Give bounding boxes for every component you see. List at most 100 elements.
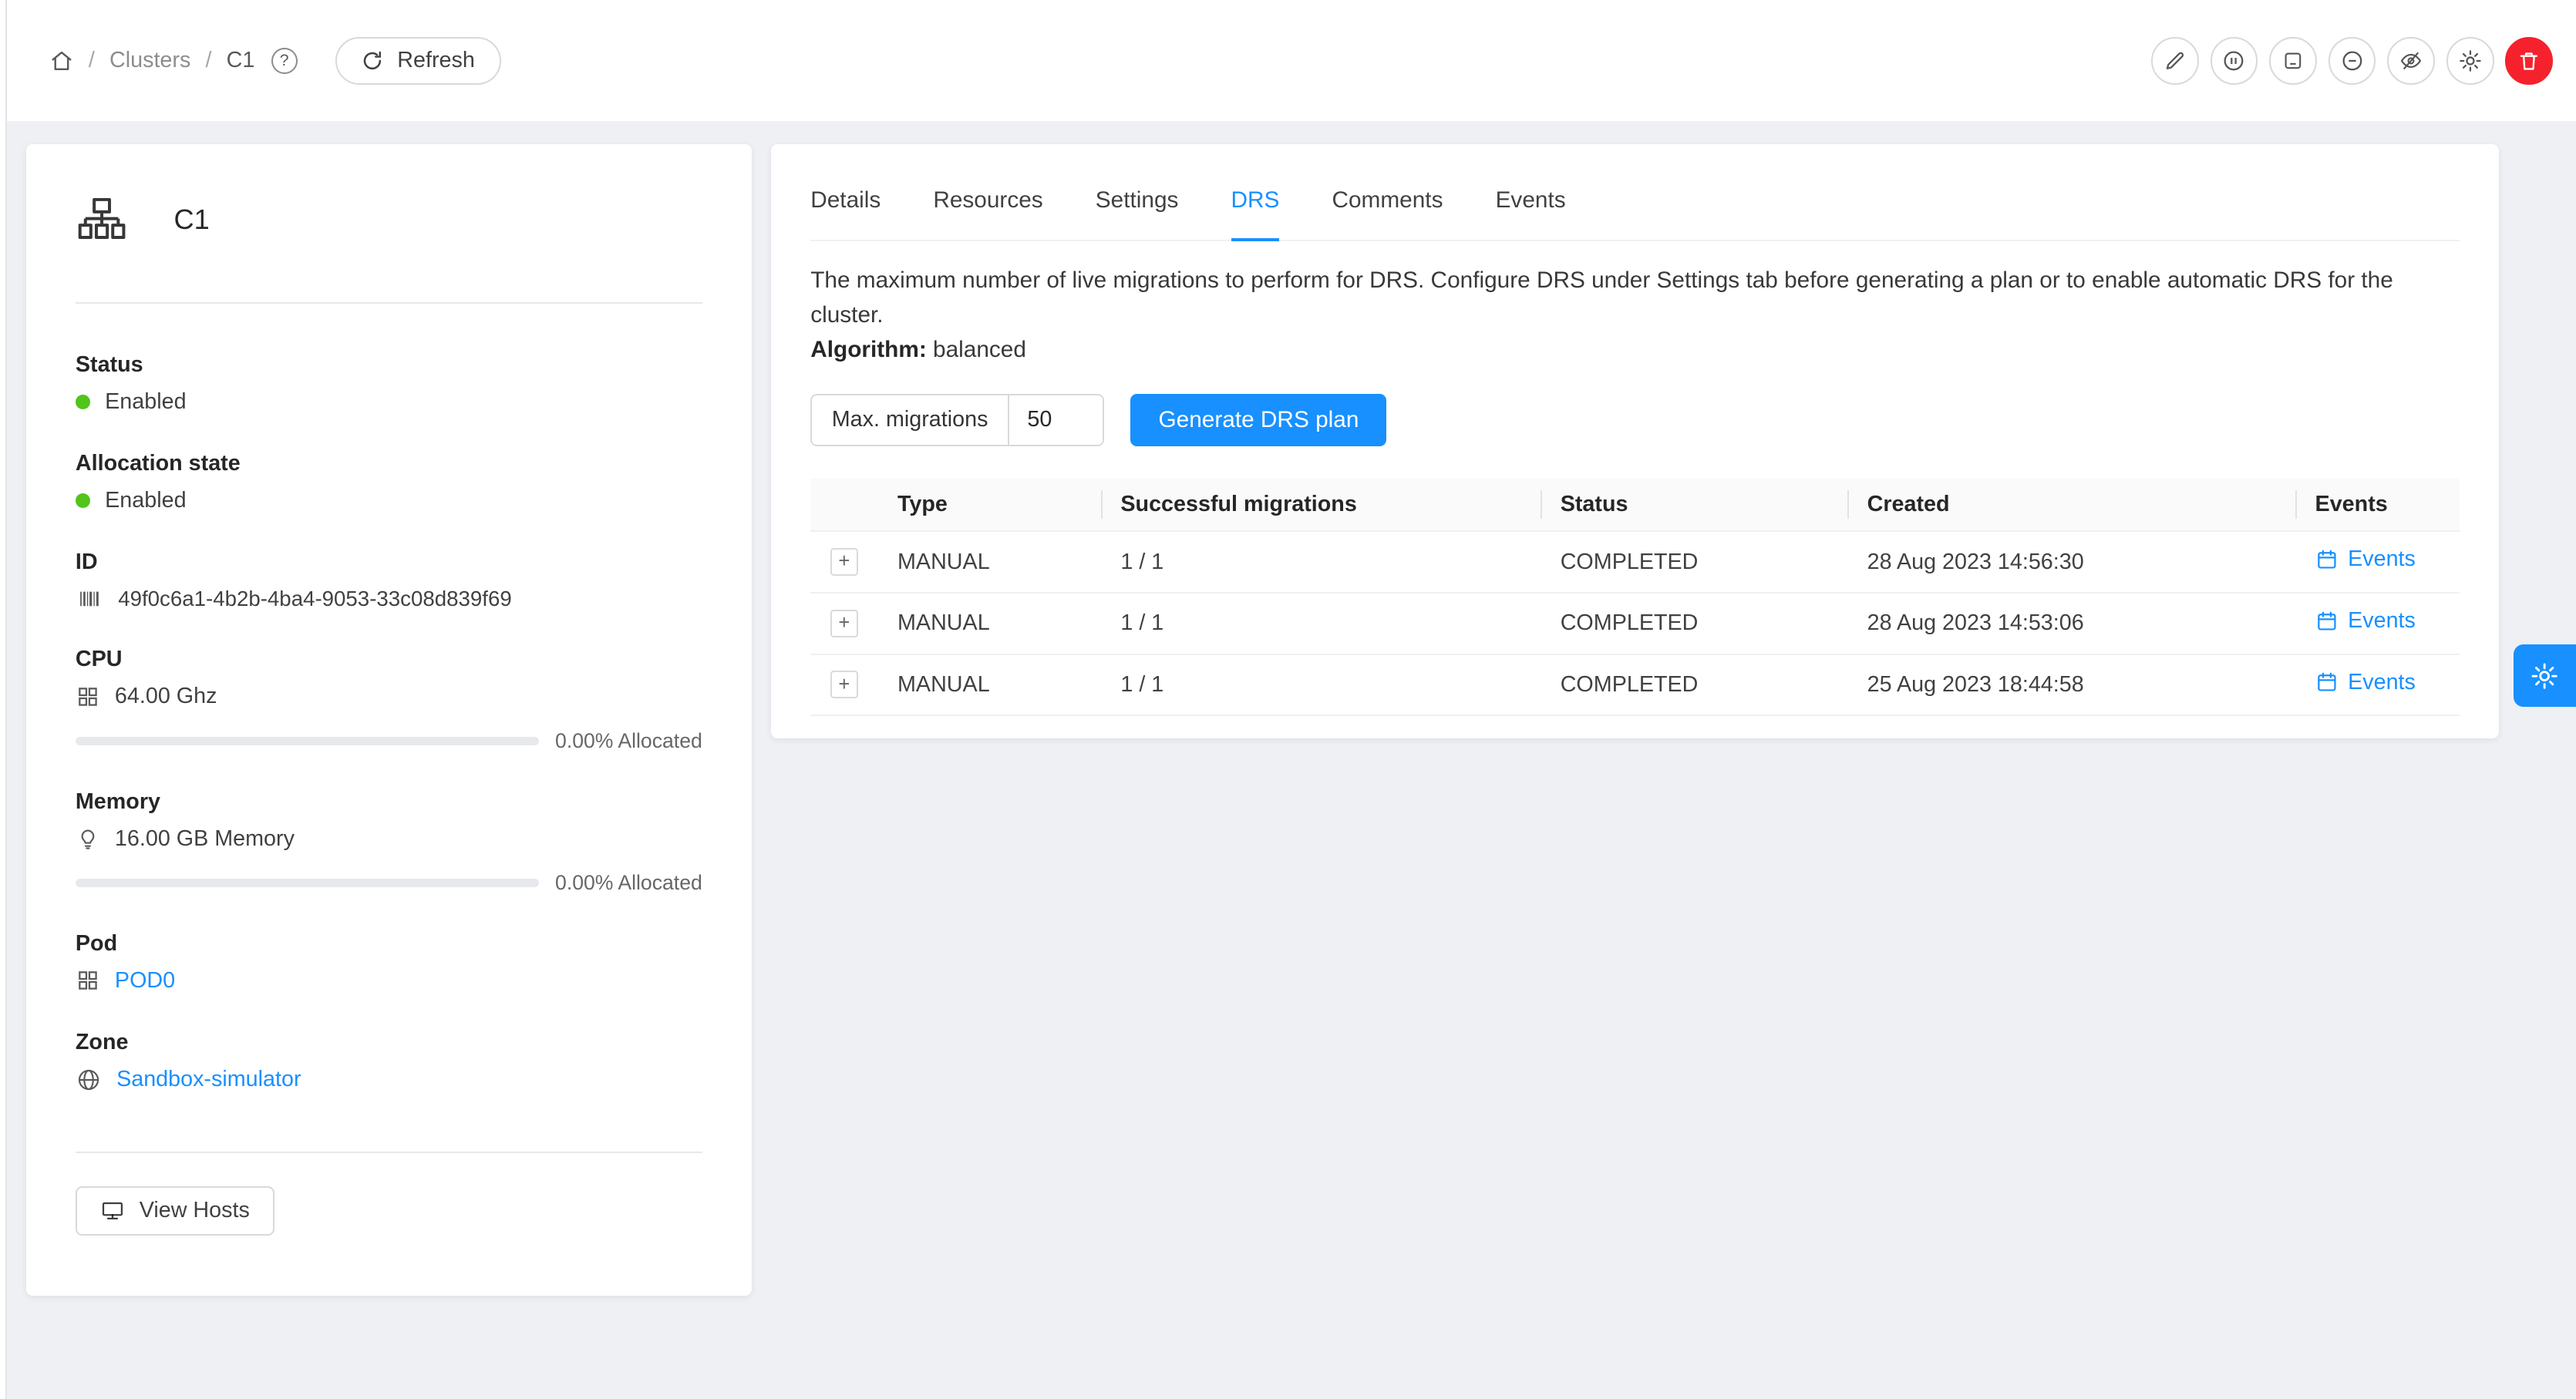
- calendar-icon: [2315, 610, 2339, 633]
- drs-description: The maximum number of live migrations to…: [810, 264, 2460, 332]
- max-migrations-label: Max. migrations: [812, 395, 1008, 445]
- field-cpu: CPU 64.00 Ghz 0.00% Allocated: [76, 647, 702, 752]
- algorithm-line: Algorithm: balanced: [810, 333, 2460, 368]
- tab-events[interactable]: Events: [1496, 144, 1566, 239]
- pencil-icon: [2164, 49, 2187, 72]
- field-value: 16.00 GB Memory: [115, 826, 295, 852]
- disable-button[interactable]: [2329, 37, 2376, 85]
- cluster-name: C1: [174, 203, 210, 236]
- floating-settings-button[interactable]: [2514, 644, 2576, 707]
- configure-ha-button[interactable]: [2446, 37, 2494, 85]
- eye-invisible-icon: [2399, 49, 2423, 73]
- cell-type: MANUAL: [877, 593, 1100, 654]
- reload-icon: [361, 49, 384, 72]
- events-link-label: Events: [2348, 608, 2416, 634]
- field-value: 49f0c6a1-4b2b-4ba4-9053-33c08d839f69: [118, 587, 512, 611]
- cluster-detail-card: Details Resources Settings DRS Comments …: [771, 144, 2499, 738]
- progress-label: 0.00% Allocated: [555, 729, 702, 753]
- breadcrumb-separator: /: [89, 48, 95, 73]
- status-dot: [76, 493, 90, 508]
- tab-drs[interactable]: DRS: [1231, 144, 1280, 240]
- appstore-icon: [76, 968, 100, 993]
- algorithm-value: balanced: [933, 337, 1026, 362]
- divider: [76, 1152, 702, 1153]
- field-status: Status Enabled: [76, 352, 702, 415]
- max-migrations-input[interactable]: [1008, 395, 1103, 445]
- table-header-row: Type Successful migrations Status Create…: [810, 479, 2460, 531]
- breadcrumb-separator: /: [205, 48, 211, 73]
- tab-details[interactable]: Details: [810, 144, 881, 239]
- events-link-label: Events: [2348, 546, 2416, 572]
- table-row: + MANUAL 1 / 1 COMPLETED 25 Aug 2023 18:…: [810, 654, 2460, 716]
- row-events-link[interactable]: Events: [2315, 670, 2416, 695]
- plus-icon: +: [838, 552, 850, 572]
- bulb-icon: [76, 826, 100, 851]
- field-value: Enabled: [105, 389, 186, 415]
- disable-oobm-button[interactable]: [2387, 37, 2435, 85]
- generate-drs-plan-button[interactable]: Generate DRS plan: [1130, 394, 1386, 446]
- tab-comments[interactable]: Comments: [1332, 144, 1443, 239]
- plus-icon: +: [838, 675, 850, 695]
- progress-label: 0.00% Allocated: [555, 871, 702, 895]
- column-header-events: Events: [2295, 479, 2460, 531]
- edit-button[interactable]: [2151, 37, 2199, 85]
- drs-controls: Max. migrations Generate DRS plan: [810, 394, 2460, 446]
- desktop-icon: [100, 1199, 125, 1223]
- delete-cluster-button[interactable]: [2505, 37, 2553, 85]
- minus-circle-icon: [2340, 49, 2365, 73]
- barcode-icon: [76, 587, 103, 611]
- cell-successful-migrations: 1 / 1: [1101, 531, 1541, 593]
- trash-icon: [2517, 49, 2541, 72]
- field-label: Status: [76, 352, 702, 378]
- question-circle-icon[interactable]: ?: [271, 48, 298, 74]
- cluster-summary-card: C1 Status Enabled Allocation state Enabl…: [26, 144, 752, 1296]
- tab-settings[interactable]: Settings: [1096, 144, 1179, 239]
- cell-type: MANUAL: [877, 654, 1100, 716]
- cell-status: COMPLETED: [1541, 531, 1847, 593]
- pod-link[interactable]: POD0: [115, 968, 175, 994]
- home-icon[interactable]: [49, 49, 74, 73]
- breadcrumb-item-clusters[interactable]: Clusters: [109, 48, 190, 73]
- column-header-status: Status: [1541, 479, 1847, 531]
- table-row: + MANUAL 1 / 1 COMPLETED 28 Aug 2023 14:…: [810, 593, 2460, 654]
- refresh-button[interactable]: Refresh: [335, 37, 501, 85]
- tab-bar: Details Resources Settings DRS Comments …: [810, 144, 2460, 240]
- cell-created: 28 Aug 2023 14:56:30: [1847, 531, 2295, 593]
- cell-type: MANUAL: [877, 531, 1100, 593]
- field-allocation-state: Allocation state Enabled: [76, 451, 702, 513]
- disable-cluster-button[interactable]: [2211, 37, 2258, 85]
- field-zone: Zone Sandbox-simulator: [76, 1030, 702, 1093]
- stop-icon: [2281, 49, 2305, 72]
- column-header-type: Type: [877, 479, 1100, 531]
- expand-row-button[interactable]: +: [830, 548, 858, 576]
- unmanage-cluster-button[interactable]: [2269, 37, 2317, 85]
- column-header-successful-migrations: Successful migrations: [1101, 479, 1541, 531]
- view-hosts-button[interactable]: View Hosts: [76, 1186, 274, 1236]
- field-label: CPU: [76, 647, 702, 672]
- cell-status: COMPLETED: [1541, 654, 1847, 716]
- view-hosts-label: View Hosts: [140, 1198, 250, 1223]
- field-id: ID 49f0c6a1-4b2b-4ba4-9053-33c08d839f69: [76, 550, 702, 611]
- field-label: ID: [76, 550, 702, 575]
- memory-allocation-progress: 0.00% Allocated: [76, 871, 702, 895]
- expand-row-button[interactable]: +: [830, 671, 858, 698]
- row-events-link[interactable]: Events: [2315, 546, 2416, 572]
- breadcrumb-item-current: C1: [227, 48, 255, 73]
- cell-successful-migrations: 1 / 1: [1101, 593, 1541, 654]
- gear-icon: [2458, 49, 2483, 73]
- collapsed-sidebar-edge: [0, 0, 7, 1399]
- row-events-link[interactable]: Events: [2315, 608, 2416, 634]
- zone-link[interactable]: Sandbox-simulator: [116, 1067, 301, 1092]
- top-bar: / Clusters / C1 ? Refresh: [0, 0, 2576, 121]
- cpu-allocation-progress: 0.00% Allocated: [76, 729, 702, 753]
- tab-resources[interactable]: Resources: [933, 144, 1042, 239]
- max-migrations-group: Max. migrations: [810, 394, 1104, 446]
- field-memory: Memory 16.00 GB Memory 0.00% Allocated: [76, 789, 702, 895]
- cell-created: 25 Aug 2023 18:44:58: [1847, 654, 2295, 716]
- cell-created: 28 Aug 2023 14:53:06: [1847, 593, 2295, 654]
- expand-row-button[interactable]: +: [830, 610, 858, 637]
- events-link-label: Events: [2348, 670, 2416, 695]
- action-bar: [2151, 37, 2553, 85]
- field-label: Allocation state: [76, 451, 702, 476]
- divider: [76, 302, 702, 304]
